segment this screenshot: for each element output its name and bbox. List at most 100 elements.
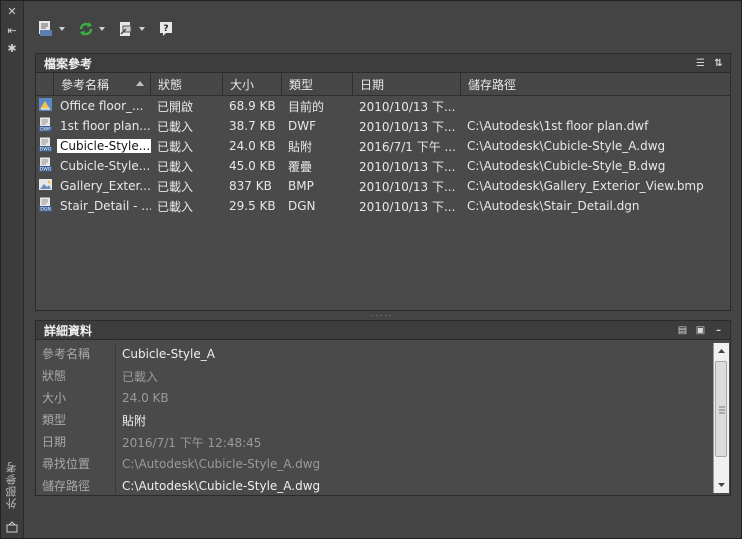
cell-path: C:\Autodesk\Stair_Detail.dgn (467, 199, 640, 213)
icon-column-header (36, 73, 54, 95)
details-title: 詳細資料 (44, 323, 93, 338)
cell-status: 已載入 (157, 199, 194, 214)
cell-date: 2010/10/13 下... (359, 179, 456, 194)
table-row[interactable]: Office floor_... 已開啟 68.9 KB 目前的 2010/10/13 … (36, 96, 730, 116)
collapse-icon[interactable]: – (713, 325, 724, 336)
details-view-icon[interactable]: ▤ (677, 325, 688, 336)
detail-label: 儲存路徑 (36, 475, 116, 497)
column-header-path[interactable]: 儲存路徑 (461, 73, 730, 95)
refresh-icon (79, 22, 93, 36)
cell-status: 已載入 (157, 139, 194, 154)
scroll-down-icon[interactable] (714, 477, 729, 493)
table-row[interactable]: DWG Cubicle-Style... 已載入 45.0 KB 覆疊 2010/10/1… (36, 156, 730, 176)
cell-name: Stair_Detail - ... (60, 199, 151, 213)
xref-palette-window: ✕ ⇤ ✱ 外部參考 ? 檔案參考 ☰ ⇅ 參考名稱 狀態 大小 類型 日期 儲… (0, 0, 742, 539)
scroll-up-icon[interactable] (714, 343, 729, 359)
detail-row: 儲存路徑 C:\Autodesk\Cubicle-Style_A.dwg (36, 475, 712, 497)
details-list: 參考名稱 Cubicle-Style_A 狀態 已載入 大小 24.0 KB 類型 貼附 日期 2… (36, 343, 712, 497)
detail-row: 狀態 已載入 (36, 365, 712, 387)
palette-side-rail: ✕ ⇤ ✱ 外部參考 (1, 1, 24, 538)
cell-type: BMP (288, 179, 314, 193)
close-icon[interactable]: ✕ (6, 6, 18, 18)
dwf-file-icon: DWF (36, 117, 54, 135)
cell-type: 貼附 (288, 139, 313, 154)
cell-size: 837 KB (229, 179, 272, 193)
table-row[interactable]: DWG Cubicle-Style... 已載入 24.0 KB 貼附 2016/7/1 … (36, 136, 730, 156)
detail-label: 大小 (36, 387, 116, 409)
change-path-button[interactable] (115, 18, 147, 40)
svg-text:DWG: DWG (40, 167, 52, 172)
palette-menu-icon[interactable] (6, 521, 18, 533)
dwg-file-icon: DWG (36, 137, 54, 155)
cell-type: DWF (288, 119, 317, 133)
list-view-icon[interactable]: ☰ (695, 58, 706, 69)
table-row[interactable]: DGN Stair_Detail - ... 已載入 29.5 KB DGN 2010/1… (36, 196, 730, 216)
attach-dwg-icon (39, 21, 52, 36)
detail-value: 貼附 (122, 413, 147, 428)
svg-text:DWF: DWF (40, 127, 51, 132)
chevron-down-icon[interactable] (59, 27, 65, 31)
column-header-name[interactable]: 參考名稱 (54, 73, 151, 95)
image-file-icon (36, 177, 54, 195)
column-header-type[interactable]: 類型 (282, 73, 353, 95)
column-header-date[interactable]: 日期 (353, 73, 461, 95)
change-path-icon (120, 22, 132, 36)
cell-status: 已載入 (157, 119, 194, 134)
file-list-header: 參考名稱 狀態 大小 類型 日期 儲存路徑 (36, 73, 730, 96)
cell-size: 29.5 KB (229, 199, 276, 213)
detail-row: 參考名稱 Cubicle-Style_A (36, 343, 712, 365)
table-row[interactable]: DWF 1st floor plan... 已載入 38.7 KB DWF 2010/10… (36, 116, 730, 136)
refresh-button[interactable] (75, 18, 107, 40)
svg-text:DGN: DGN (40, 207, 51, 212)
detail-label: 參考名稱 (36, 343, 116, 365)
detail-value: C:\Autodesk\Cubicle-Style_A.dwg (122, 457, 321, 471)
column-header-status[interactable]: 狀態 (151, 73, 223, 95)
cell-path: C:\Autodesk\Cubicle-Style_A.dwg (467, 139, 666, 153)
scroll-thumb[interactable] (715, 361, 727, 457)
svg-text:DWG: DWG (40, 147, 52, 152)
sort-ascending-icon (136, 81, 144, 86)
detail-label: 尋找位置 (36, 453, 116, 475)
cell-size: 24.0 KB (229, 139, 276, 153)
cell-size: 68.9 KB (229, 99, 276, 113)
cell-name: Cubicle-Style... (54, 139, 151, 153)
detail-row: 日期 2016/7/1 下午 12:48:45 (36, 431, 712, 453)
cell-date: 2016/7/1 下午 ... (359, 139, 456, 154)
column-header-size[interactable]: 大小 (223, 73, 282, 95)
chevron-down-icon[interactable] (99, 27, 105, 31)
detail-label: 日期 (36, 431, 116, 453)
cell-type: 目前的 (288, 99, 325, 114)
file-list: Office floor_... 已開啟 68.9 KB 目前的 2010/10/13 … (36, 96, 730, 216)
panel-splitter[interactable]: · · · · · (35, 312, 729, 320)
detail-row: 大小 24.0 KB (36, 387, 712, 409)
file-references-title: 檔案參考 (44, 56, 93, 71)
file-references-panel: 檔案參考 ☰ ⇅ 參考名稱 狀態 大小 類型 日期 儲存路徑 Office fl… (35, 53, 731, 311)
detail-row: 類型 貼附 (36, 409, 712, 431)
cell-status: 已開啟 (157, 99, 194, 114)
detail-value: 24.0 KB (122, 391, 169, 405)
detail-label: 狀態 (36, 365, 116, 387)
details-scrollbar[interactable] (713, 343, 729, 493)
cell-type: 覆疊 (288, 159, 313, 174)
autohide-icon[interactable]: ⇤ (6, 25, 18, 37)
cell-status: 已載入 (157, 179, 194, 194)
svg-text:?: ? (163, 24, 168, 34)
palette-title: 外部參考 (5, 461, 18, 509)
detail-value: 已載入 (122, 369, 159, 384)
cell-type: DGN (288, 199, 316, 213)
preview-view-icon[interactable]: ▣ (695, 325, 706, 336)
cell-name: 1st floor plan... (60, 119, 151, 133)
cell-path: C:\Autodesk\Cubicle-Style_B.dwg (467, 159, 666, 173)
cell-date: 2010/10/13 下... (359, 119, 456, 134)
help-button[interactable]: ? (155, 18, 177, 40)
tree-view-icon[interactable]: ⇅ (713, 58, 724, 69)
cell-size: 38.7 KB (229, 119, 276, 133)
cell-date: 2010/10/13 下... (359, 159, 456, 174)
chevron-down-icon[interactable] (139, 27, 145, 31)
table-row[interactable]: Gallery_Exter... 已載入 837 KB BMP 2010/10/13 下… (36, 176, 730, 196)
cell-size: 45.0 KB (229, 159, 276, 173)
detail-value: 2016/7/1 下午 12:48:45 (122, 435, 262, 450)
attach-dwg-button[interactable] (35, 18, 67, 40)
properties-icon[interactable]: ✱ (6, 43, 18, 55)
details-panel: 詳細資料 ▤ ▣ – 參考名稱 Cubicle-Style_A 狀態 已載入 大小 24.… (35, 320, 731, 497)
